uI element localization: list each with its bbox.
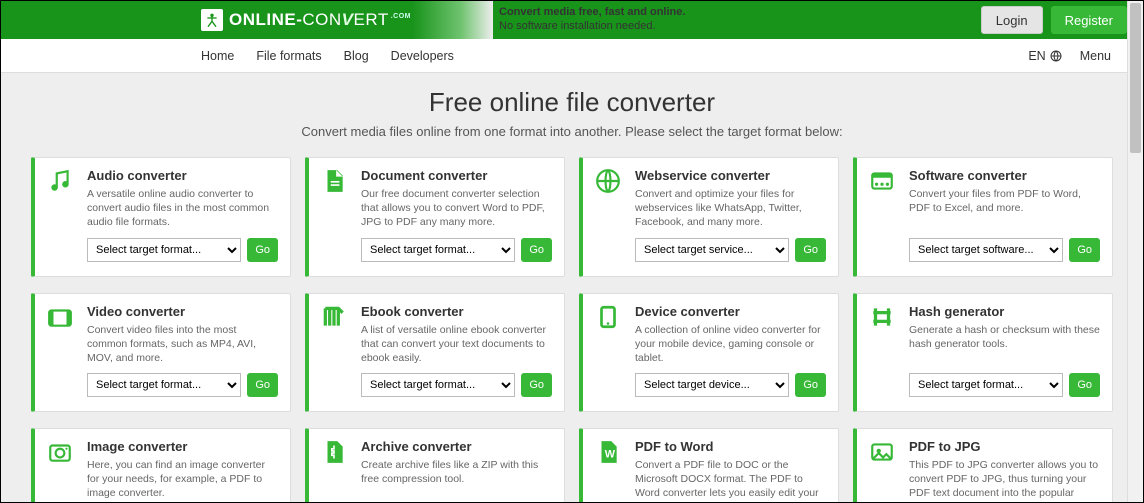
converter-card[interactable]: Ebook converter A list of versatile onlin… bbox=[305, 293, 565, 413]
logo[interactable]: ONLINE-CONVERT .COM bbox=[201, 9, 411, 31]
login-button[interactable]: Login bbox=[981, 6, 1043, 34]
archive-converter-icon bbox=[321, 439, 349, 503]
card-description: A list of versatile online ebook convert… bbox=[361, 323, 552, 366]
card-description: A versatile online audio converter to co… bbox=[87, 187, 278, 230]
page-subtitle: Convert media files online from one form… bbox=[1, 124, 1143, 139]
go-button[interactable]: Go bbox=[1069, 373, 1100, 397]
main-nav: Home File formats Blog Developers EN Men… bbox=[1, 39, 1143, 73]
card-title: Document converter bbox=[361, 168, 552, 183]
card-title: Video converter bbox=[87, 304, 278, 319]
hamburger-icon bbox=[1115, 53, 1127, 59]
tagline: Convert media free, fast and online. No … bbox=[499, 6, 685, 34]
card-description: Convert video files into the most common… bbox=[87, 323, 278, 366]
video-converter-icon bbox=[47, 304, 75, 398]
converter-card[interactable]: Document converter Our free document conv… bbox=[305, 157, 565, 277]
audio-converter-icon bbox=[47, 168, 75, 262]
document-converter-icon bbox=[321, 168, 349, 262]
converter-card[interactable]: Audio converter A versatile online audio … bbox=[31, 157, 291, 277]
card-title: PDF to JPG bbox=[909, 439, 1100, 454]
card-description: Convert and optimize your files for webs… bbox=[635, 187, 826, 230]
image-converter-icon bbox=[47, 439, 75, 503]
topbar: ONLINE-CONVERT .COM Convert media free, … bbox=[1, 1, 1143, 39]
card-title: Image converter bbox=[87, 439, 278, 454]
register-button[interactable]: Register bbox=[1051, 6, 1127, 34]
nav-developers[interactable]: Developers bbox=[391, 49, 454, 63]
card-description: This PDF to JPG converter allows you to … bbox=[909, 458, 1100, 503]
target-format-select[interactable]: Select target service... bbox=[635, 238, 789, 262]
svg-text:W: W bbox=[605, 448, 616, 460]
scrollbar[interactable] bbox=[1127, 1, 1143, 502]
page-title: Free online file converter bbox=[1, 87, 1143, 118]
converter-card[interactable]: Device converter A collection of online v… bbox=[579, 293, 839, 413]
card-description: Here, you can find an image converter fo… bbox=[87, 458, 278, 501]
logo-text: ONLINE-CONVERT .COM bbox=[229, 10, 411, 30]
device-converter-icon bbox=[595, 304, 623, 398]
target-format-select[interactable]: Select target format... bbox=[361, 238, 515, 262]
go-button[interactable]: Go bbox=[247, 238, 278, 262]
card-title: Hash generator bbox=[909, 304, 1100, 319]
card-title: Webservice converter bbox=[635, 168, 826, 183]
card-title: Software converter bbox=[909, 168, 1100, 183]
card-description: Convert your files from PDF to Word, PDF… bbox=[909, 187, 1100, 215]
target-format-select[interactable]: Select target device... bbox=[635, 373, 789, 397]
go-button[interactable]: Go bbox=[1069, 238, 1100, 262]
go-button[interactable]: Go bbox=[247, 373, 278, 397]
scrollbar-thumb[interactable] bbox=[1130, 3, 1141, 153]
converter-card[interactable]: Webservice converter Convert and optimize… bbox=[579, 157, 839, 277]
card-description: A collection of online video converter f… bbox=[635, 323, 826, 366]
go-button[interactable]: Go bbox=[521, 373, 552, 397]
card-title: Archive converter bbox=[361, 439, 552, 454]
go-button[interactable]: Go bbox=[521, 238, 552, 262]
card-title: PDF to Word bbox=[635, 439, 826, 454]
ebook-converter-icon bbox=[321, 304, 349, 398]
card-description: Our free document converter selection th… bbox=[361, 187, 552, 230]
go-button[interactable]: Go bbox=[795, 373, 826, 397]
hero: Free online file converter Convert media… bbox=[1, 73, 1143, 147]
converter-card[interactable]: Software converter Convert your files fro… bbox=[853, 157, 1113, 277]
target-format-select[interactable]: Select target format... bbox=[87, 238, 241, 262]
nav-file-formats[interactable]: File formats bbox=[256, 49, 321, 63]
converter-card[interactable]: Video converter Convert video files into … bbox=[31, 293, 291, 413]
webservice-converter-icon bbox=[595, 168, 623, 262]
converter-card[interactable]: Archive converter Create archive files li… bbox=[305, 428, 565, 503]
hash-generator-icon bbox=[869, 304, 897, 398]
pdf-to-jpg-icon bbox=[869, 439, 897, 503]
card-title: Ebook converter bbox=[361, 304, 552, 319]
card-description: Generate a hash or checksum with these h… bbox=[909, 323, 1100, 351]
globe-icon bbox=[1050, 50, 1062, 62]
pdf-to-word-icon: W bbox=[595, 439, 623, 503]
menu-toggle[interactable]: Menu bbox=[1080, 49, 1127, 63]
converter-card[interactable]: Image converter Here, you can find an ima… bbox=[31, 428, 291, 503]
target-format-select[interactable]: Select target format... bbox=[909, 373, 1063, 397]
card-title: Audio converter bbox=[87, 168, 278, 183]
software-converter-icon bbox=[869, 168, 897, 262]
go-button[interactable]: Go bbox=[795, 238, 826, 262]
converter-card[interactable]: Hash generator Generate a hash or checksu… bbox=[853, 293, 1113, 413]
nav-blog[interactable]: Blog bbox=[344, 49, 369, 63]
nav-home[interactable]: Home bbox=[201, 49, 234, 63]
converter-card[interactable]: PDF to JPG This PDF to JPG converter allo… bbox=[853, 428, 1113, 503]
target-format-select[interactable]: Select target format... bbox=[87, 373, 241, 397]
header-fade bbox=[413, 1, 493, 39]
converter-grid: Audio converter A versatile online audio … bbox=[1, 147, 1143, 503]
logo-icon bbox=[201, 9, 223, 31]
card-description: Convert a PDF file to DOC or the Microso… bbox=[635, 458, 826, 503]
target-format-select[interactable]: Select target format... bbox=[361, 373, 515, 397]
language-switcher[interactable]: EN bbox=[1028, 49, 1061, 63]
card-title: Device converter bbox=[635, 304, 826, 319]
card-description: Create archive files like a ZIP with thi… bbox=[361, 458, 552, 486]
converter-card[interactable]: W PDF to Word Convert a PDF file to DOC or… bbox=[579, 428, 839, 503]
target-format-select[interactable]: Select target software... bbox=[909, 238, 1063, 262]
